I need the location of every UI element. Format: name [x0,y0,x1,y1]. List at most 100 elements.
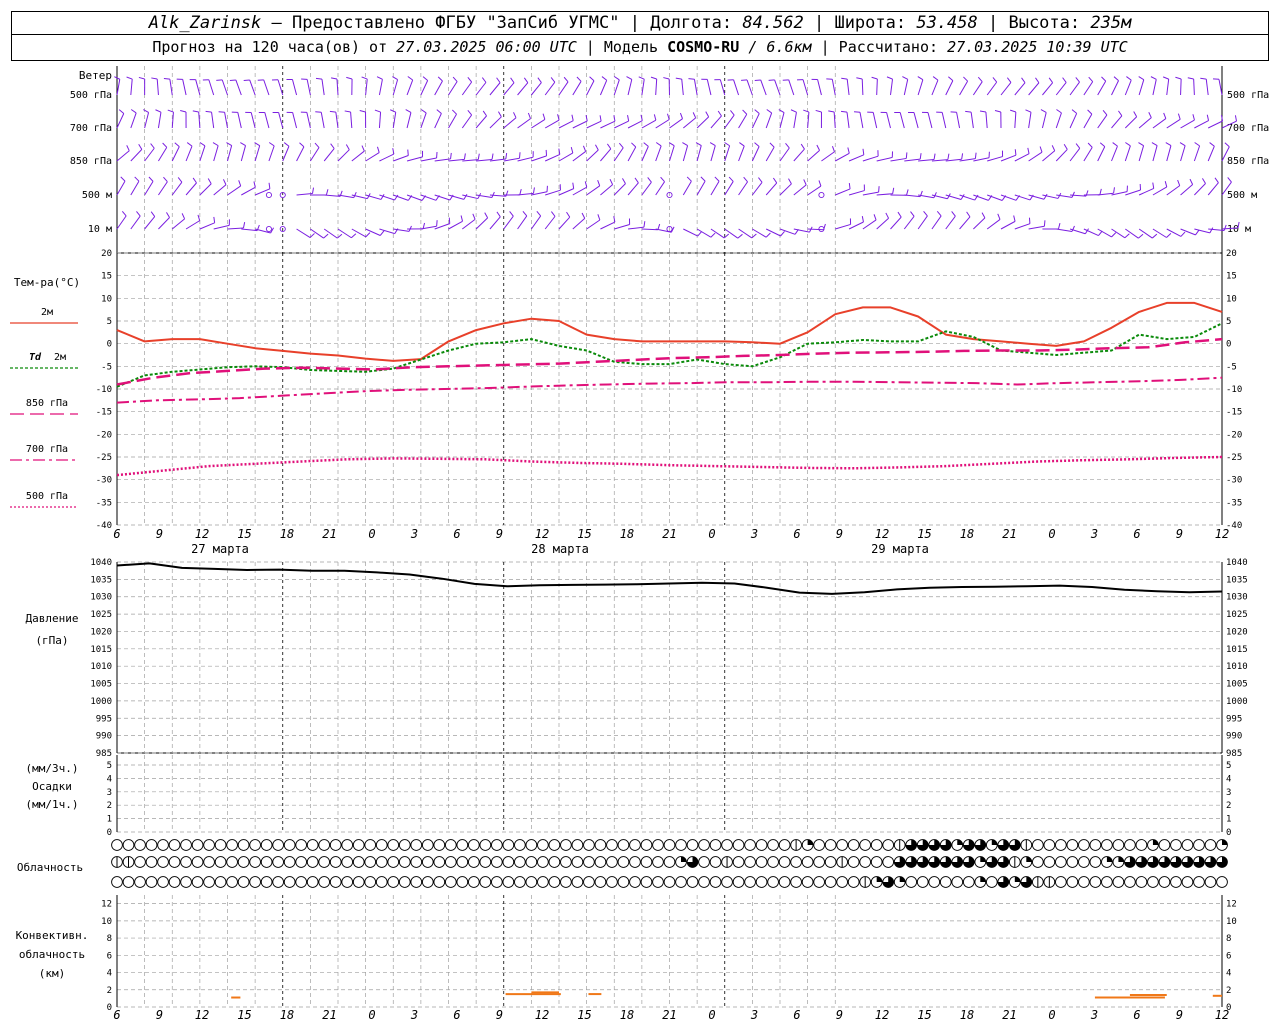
cloud-cover-circle [514,876,526,888]
wind-barb-shaft [710,115,722,129]
wind-barb-shaft [681,79,684,96]
cloud-cover-quarter [1026,856,1032,862]
wind-barb-shaft [144,147,155,162]
cloud-cover-circle [444,856,457,868]
wind-barb-shaft [448,158,465,162]
temp-x-tick-label: 3 [410,527,418,541]
wind-barb-flag [1133,111,1138,117]
wind-barb-shaft [406,79,414,96]
cloud-cover-circle [1031,856,1044,868]
wind-barb-flag [1138,76,1145,81]
wind-barb-flag [831,145,835,152]
wind-barb-flag [243,79,250,81]
cloud-cover-circle [1147,876,1159,888]
precip-tick-label: 3 [107,788,112,798]
cloud-cover-circle [709,839,722,851]
wind-barb-flag [923,211,928,217]
wind-barb-shaft [890,157,907,162]
cloud-cover-circle [306,856,319,868]
cloud-cover-circle [813,876,825,888]
wind-barb-flag [1048,77,1054,83]
cloud-cover-circle [675,839,687,851]
wind-barb-shaft [1124,79,1132,96]
wind-barb-flag [1209,227,1214,234]
wind-barb-flag [743,176,748,183]
wind-barb-shaft [614,224,630,230]
wind-barb-shaft [641,146,649,162]
wind-barb-flag [162,142,168,148]
wind-barb-flag [613,115,616,122]
wind-barb-flag [163,78,170,80]
wind-barb-flag [1051,145,1056,151]
wind-barb-flag [906,189,909,196]
wind-barb-flag [527,112,531,119]
wind-barb-flag [1200,77,1207,80]
wind-barb-flag [886,76,893,80]
temperature-tick-label-right: -35 [1226,498,1242,508]
wind-barb-shaft [876,217,889,230]
wind-barb-flag [992,77,998,83]
convective-tick-label: 8 [107,934,112,944]
wind-barb-shaft [213,184,227,196]
wind-barb-flag [309,233,315,238]
cloud-cover-circle [352,839,365,851]
wind-level-label-right: 500 м [1227,190,1257,201]
temp-x-tick-label: 15 [577,527,591,541]
wind-barb-flag [407,149,409,156]
pressure-tick-label-right: 1025 [1226,610,1248,620]
wind-barb-flag [917,76,924,81]
wind-barb-flag [1013,215,1016,222]
cloud-cover-circle [1158,839,1171,851]
wind-barb-flag [496,77,501,83]
wind-barb-shaft [1125,228,1139,239]
wind-barb-flag [1014,149,1017,156]
wind-barb-flag [961,153,964,160]
cloud-cover-circle [905,876,918,888]
bottom-x-tick-label: 6 [793,1008,800,1022]
wind-barb-flag [1056,109,1062,114]
legend-label: 2м [41,307,53,318]
wind-barb-flag [537,77,542,83]
wind-barb-shaft [1111,145,1118,162]
wind-barb-shaft [793,112,797,129]
wind-barb-shaft [213,224,230,230]
wind-barb-shaft [350,112,353,129]
temperature-tick-label: -20 [96,430,112,440]
temperature-tick-label: -10 [96,385,112,395]
wind-barb-shaft [903,79,909,96]
cloud-cover-circle [249,839,261,851]
wind-barb-shaft [904,158,921,162]
cloud-cover-quarter [1014,876,1021,882]
cloud-cover-circle [652,839,664,851]
meteogram-chart: Ветер 500 гПа 500 гПа 700 гПа 700 гПа 850 гПа… [10,66,1269,1022]
wind-barb-flag [180,109,187,113]
cloud-cover-circle [180,839,192,851]
cloud-cover-circle [306,839,319,851]
cloud-cover-circle [709,876,722,888]
cloud-cover-circle [479,856,492,868]
temp-x-tick-label: 9 [836,527,843,541]
wind-barb-flag [550,211,556,217]
wind-barb-shaft [1207,146,1215,162]
wind-barb-shaft [627,146,637,162]
cloud-cover-circle [686,839,699,851]
pressure-tick-label-right: 1015 [1226,645,1248,655]
wind-barb-shaft [986,219,1001,230]
wind-barb-flag [229,79,236,81]
wind-barb-flag [1164,181,1168,188]
wind-barb-flag [614,76,620,81]
wind-barb-shaft [144,216,156,230]
wind-barb-flag [436,220,438,227]
cloud-cover-circle [1055,876,1067,888]
wind-barb-shaft [1166,185,1181,196]
wind-barb-shaft [250,112,256,129]
wind-barb-shaft [1028,82,1040,96]
temp-x-tick-label: 12 [875,527,889,541]
cloud-cover-circle [801,876,814,888]
wind-barb-flag [951,211,956,217]
wind-barb-shaft [199,183,212,196]
cloud-cover-circle [421,839,434,851]
wind-barb-flag [902,76,908,80]
wind-barb-flag [910,211,915,217]
cloud-cover-circle [571,839,584,851]
